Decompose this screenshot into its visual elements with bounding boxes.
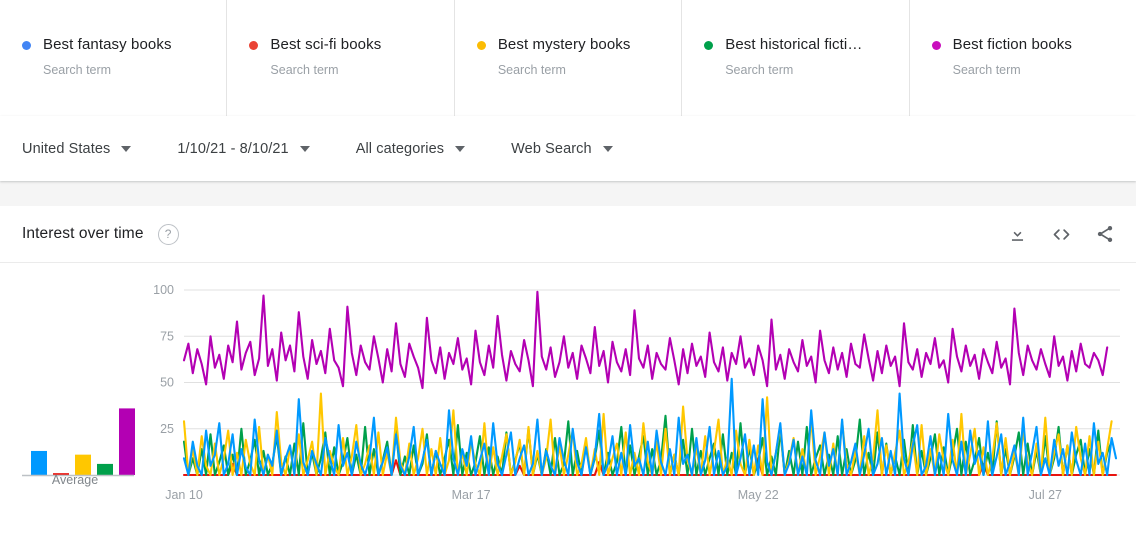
chart-body: Average 100 75 50 25 Jan 10 Mar 17 May 22 Jul 2…	[0, 263, 1136, 548]
section-gutter	[0, 181, 1136, 206]
download-icon[interactable]	[1006, 223, 1028, 245]
average-bar-4	[119, 408, 135, 475]
y-axis-tick-label: 50	[160, 376, 174, 390]
y-axis-tick-label: 25	[160, 422, 174, 436]
filter-category[interactable]: All categories	[355, 140, 466, 157]
filter-bar: United States 1/10/21 - 8/10/21 All catego…	[0, 116, 1136, 181]
legend-item-row: Best fantasy books	[22, 36, 226, 54]
legend-item-label: Best historical ficti…	[725, 36, 863, 53]
embed-icon[interactable]	[1050, 223, 1072, 245]
average-label: Average	[51, 473, 99, 487]
filter-region[interactable]: United States	[22, 140, 132, 157]
legend-item-row: Best historical ficti…	[704, 36, 908, 54]
card-actions	[1006, 223, 1116, 245]
legend-item-sublabel: Search term	[43, 63, 112, 77]
legend-item-1[interactable]: Best sci-fi books Search term	[227, 0, 455, 116]
average-bar-2	[75, 454, 91, 475]
series-color-dot-icon	[704, 40, 714, 50]
chevron-down-icon	[299, 145, 310, 152]
filter-search-type-label: Web Search	[511, 140, 592, 157]
page-title: Interest over time	[22, 225, 144, 242]
interest-over-time-line-chart: 100 75 50 25 Jan 10 Mar 17 May 22 Jul 27	[153, 283, 1120, 502]
series-line-4	[182, 290, 1109, 390]
filter-search-type[interactable]: Web Search	[511, 141, 613, 157]
filter-date-range[interactable]: 1/10/21 - 8/10/21	[177, 140, 310, 157]
legend-item-2[interactable]: Best mystery books Search term	[455, 0, 683, 116]
card-header: Interest over time ?	[0, 206, 1136, 263]
legend-item-label: Best fantasy books	[43, 36, 172, 53]
chevron-down-icon	[602, 145, 613, 152]
legend-item-sublabel: Search term	[270, 63, 339, 77]
chevron-down-icon	[455, 145, 466, 152]
legend-item-0[interactable]: Best fantasy books Search term	[0, 0, 228, 116]
legend-item-3[interactable]: Best historical ficti… Search term	[682, 0, 910, 116]
y-axis-tick-label: 75	[160, 329, 174, 343]
average-bar-chart	[22, 408, 135, 477]
legend-item-row: Best fiction books	[931, 36, 1136, 54]
y-axis-tick-label: 100	[153, 283, 174, 297]
x-axis-tick-label: May 22	[738, 488, 779, 502]
help-icon[interactable]: ?	[157, 223, 179, 245]
trends-page: Best fantasy books Search term Best sci-fi…	[0, 0, 1136, 548]
legend-item-label: Best fiction books	[952, 36, 1072, 53]
filter-region-label: United States	[22, 140, 111, 157]
average-panel: Average	[0, 263, 150, 548]
series-color-dot-icon	[931, 40, 941, 50]
filter-date-range-label: 1/10/21 - 8/10/21	[177, 140, 289, 157]
legend-item-sublabel: Search term	[952, 63, 1021, 77]
legend-item-sublabel: Search term	[497, 63, 566, 77]
filter-category-label: All categories	[355, 140, 445, 157]
series-color-dot-icon	[476, 40, 486, 50]
interest-over-time-card: Interest over time ? Average 100 75 50 2…	[0, 206, 1136, 548]
series-color-dot-icon	[22, 40, 31, 50]
legend-item-row: Best mystery books	[476, 36, 681, 54]
legend-item-sublabel: Search term	[725, 63, 794, 77]
legend-item-row: Best sci-fi books	[249, 36, 453, 54]
legend-item-label: Best sci-fi books	[270, 36, 382, 53]
series-color-dot-icon	[249, 40, 259, 50]
x-axis-tick-label: Mar 17	[452, 488, 491, 502]
x-axis-tick-label: Jul 27	[1029, 488, 1062, 502]
chevron-down-icon	[121, 145, 132, 152]
plot-panel: 100 75 50 25 Jan 10 Mar 17 May 22 Jul 27	[150, 263, 1136, 548]
average-bar-0	[31, 450, 47, 475]
legend-bar: Best fantasy books Search term Best sci-fi…	[0, 0, 1136, 116]
share-icon[interactable]	[1094, 223, 1116, 245]
legend-item-label: Best mystery books	[497, 36, 631, 53]
x-axis-tick-label: Jan 10	[165, 488, 203, 502]
legend-item-4[interactable]: Best fiction books Search term	[910, 0, 1136, 116]
